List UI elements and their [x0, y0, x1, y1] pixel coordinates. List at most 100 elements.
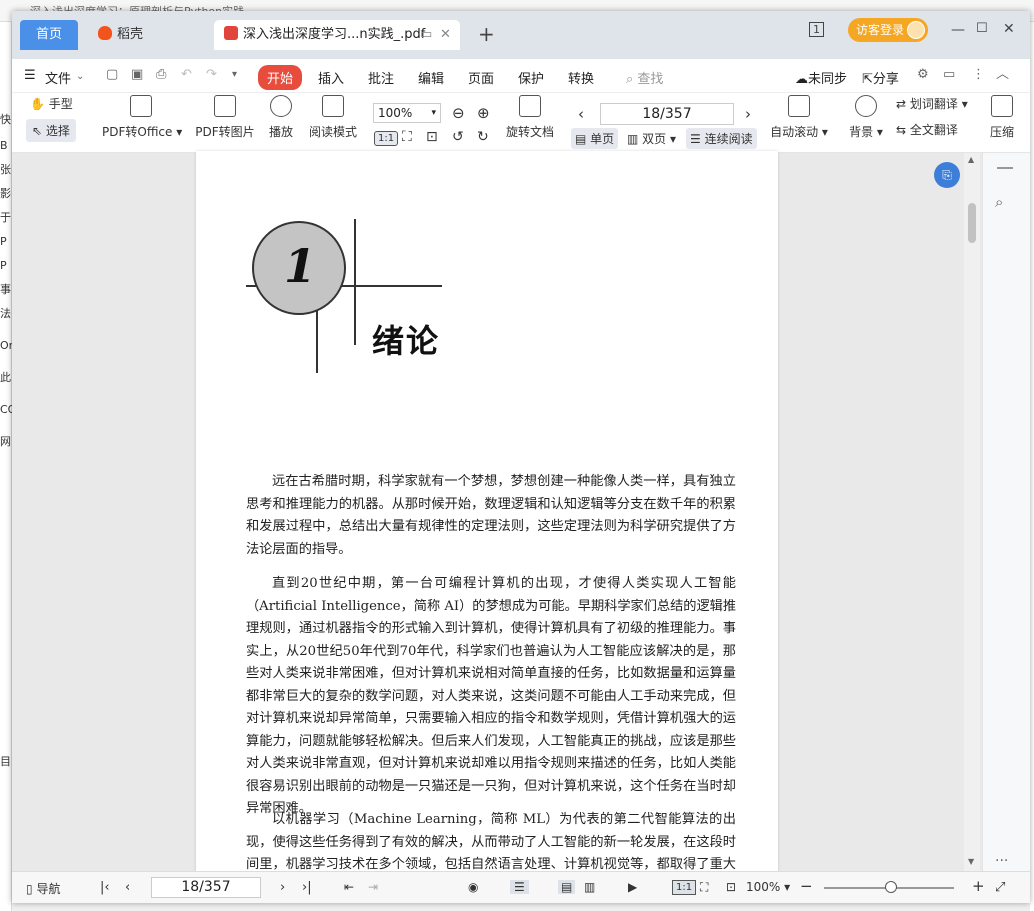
redo-icon[interactable]: ↷: [206, 68, 220, 82]
more-vertical-icon[interactable]: ⋮: [972, 68, 986, 82]
rotate-document-button[interactable]: 旋转文档: [506, 95, 554, 140]
back-view-icon[interactable]: ⇤: [344, 880, 354, 894]
wps-pdf-window: 首页 稻壳 深入浅出深度学习...n实践_.pdf ▭ ✕ + 1 访客登录 —…: [12, 11, 1030, 903]
menu-page[interactable]: 页面: [468, 68, 494, 87]
read-mode-button[interactable]: 阅读模式: [308, 95, 358, 140]
menu-convert[interactable]: 转换: [568, 68, 594, 87]
single-page-button[interactable]: ▤ 单页: [571, 128, 619, 149]
settings-icon[interactable]: ⚙: [917, 68, 931, 82]
play-button[interactable]: 播放: [266, 95, 296, 140]
open-folder-icon[interactable]: ▢: [106, 68, 120, 82]
status-prev-page-icon[interactable]: ‹: [125, 880, 130, 895]
save-icon[interactable]: ▣: [131, 68, 145, 82]
rotate-right-icon[interactable]: ↻: [477, 129, 489, 145]
fit-width-icon[interactable]: ⊡: [426, 129, 438, 145]
minimize-icon[interactable]: —: [951, 22, 965, 38]
play-mode-icon[interactable]: ▶: [628, 880, 637, 894]
tab-pdf-document[interactable]: 深入浅出深度学习...n实践_.pdf ▭ ✕: [214, 20, 460, 50]
scroll-down-icon[interactable]: ▼: [968, 857, 974, 866]
tab-pin-icon[interactable]: ▭: [420, 20, 432, 50]
menu-edit[interactable]: 编辑: [418, 68, 444, 87]
zoom-select[interactable]: 100% ▾: [373, 103, 441, 123]
tab-close-icon[interactable]: ✕: [440, 20, 451, 50]
hamburger-icon[interactable]: ☰: [24, 68, 36, 83]
book-icon: [322, 95, 344, 117]
select-tool[interactable]: ⇖ 选择: [26, 119, 76, 142]
status-next-page-icon[interactable]: ›: [280, 880, 285, 895]
float-tool-icon[interactable]: ⎘: [934, 162, 960, 188]
document-viewport[interactable]: 1 绪论 远在古希腊时期，科学家就有一个梦想，梦想创建一种能像人类一样，具有独立…: [12, 151, 1030, 873]
share-label: 分享: [872, 72, 899, 87]
menu-protect[interactable]: 保护: [518, 68, 544, 87]
menu-start[interactable]: 开始: [258, 65, 303, 90]
print-icon[interactable]: ⎙: [156, 68, 170, 82]
close-window-icon[interactable]: ✕: [1003, 21, 1015, 37]
auto-scroll-button[interactable]: 自动滚动 ▾: [770, 95, 828, 140]
forward-view-icon[interactable]: ⇥: [368, 880, 378, 894]
next-page-icon[interactable]: ›: [745, 105, 751, 123]
share-button[interactable]: ⇱分享: [862, 68, 899, 87]
pdf-to-office-button[interactable]: PDF转Office ▾: [102, 95, 182, 140]
continuous-read-icon: ☰: [690, 132, 701, 146]
prev-page-icon[interactable]: ‹: [578, 105, 584, 123]
menu-insert[interactable]: 插入: [318, 68, 344, 87]
last-page-icon[interactable]: ›|: [302, 880, 312, 895]
status-fit-width-icon[interactable]: ⊡: [726, 880, 736, 894]
tab-bar: 首页 稻壳 深入浅出深度学习...n实践_.pdf ▭ ✕ + 1 访客登录 —…: [12, 11, 1030, 59]
zoom-slider-handle[interactable]: [885, 881, 897, 893]
fullscreen-icon[interactable]: ⤢: [995, 880, 1005, 895]
page-number-input[interactable]: 18/357: [600, 103, 734, 125]
vertical-scrollbar[interactable]: ▲ ▼: [964, 153, 980, 871]
rotate-left-icon[interactable]: ↺: [452, 129, 464, 145]
tab-daoke[interactable]: 稻壳: [90, 20, 210, 50]
search-label: 查找: [637, 72, 664, 87]
new-tab-button[interactable]: +: [478, 22, 495, 46]
status-page-input[interactable]: 18/357: [151, 877, 261, 898]
background-button[interactable]: 背景 ▾: [848, 95, 884, 140]
more-horizontal-icon[interactable]: ···: [995, 853, 1008, 869]
panel-handle-icon[interactable]: [997, 167, 1013, 169]
chevron-down-icon[interactable]: ⌄: [76, 71, 84, 82]
zoom-out-icon[interactable]: ⊖: [452, 104, 465, 122]
quick-access-dropdown-icon[interactable]: ▾: [232, 68, 246, 82]
menu-file[interactable]: 文件: [45, 68, 71, 87]
menu-annotate[interactable]: 批注: [368, 68, 394, 87]
double-mode-icon[interactable]: ▥: [584, 880, 595, 894]
tab-home[interactable]: 首页: [20, 20, 78, 50]
full-translate-button[interactable]: ⇆ 全文翻译: [896, 121, 958, 138]
actual-size-button[interactable]: 1:1: [374, 131, 399, 146]
navigation-button[interactable]: ▯ 导航: [26, 880, 60, 897]
continuous-mode-icon[interactable]: ☰: [510, 880, 529, 894]
status-zoom-select[interactable]: 100% ▾: [746, 880, 790, 894]
eye-protection-icon[interactable]: ◉: [468, 880, 478, 894]
status-actual-size-button[interactable]: 1:1: [672, 880, 697, 895]
cursor-icon: ⇖: [32, 124, 43, 138]
fit-page-icon[interactable]: ⛶: [402, 129, 412, 145]
search-button[interactable]: ⌕ 查找: [626, 68, 663, 87]
compress-button[interactable]: 压缩: [987, 95, 1017, 140]
read-mode-label: 阅读模式: [308, 125, 357, 139]
comment-icon[interactable]: ▭: [943, 68, 957, 82]
undo-icon[interactable]: ↶: [181, 68, 195, 82]
word-translate-button[interactable]: ⇄ 划词翻译 ▾: [896, 95, 968, 112]
navigation-label: 导航: [36, 882, 61, 896]
status-fit-page-icon[interactable]: ⛶: [700, 880, 708, 895]
maximize-icon[interactable]: ☐: [976, 21, 988, 36]
double-page-button[interactable]: ▥ 双页 ▾: [627, 130, 676, 147]
pdf-to-image-button[interactable]: PDF转图片: [194, 95, 256, 140]
status-zoom-out-icon[interactable]: −: [800, 877, 813, 895]
search-text-icon[interactable]: ⌕: [995, 193, 1003, 211]
page-count-icon[interactable]: 1: [809, 22, 824, 37]
scroll-up-icon[interactable]: ▲: [968, 155, 974, 164]
status-zoom-in-icon[interactable]: +: [972, 877, 985, 895]
sync-status[interactable]: ☁未同步: [795, 68, 847, 87]
scrollbar-thumb[interactable]: [968, 203, 976, 243]
hand-tool[interactable]: ✋ 手型: [30, 95, 73, 112]
zoom-in-icon[interactable]: ⊕: [477, 104, 490, 122]
pdf-to-office-label: PDF转Office: [102, 125, 173, 139]
first-page-icon[interactable]: |‹: [100, 880, 110, 895]
guest-login-button[interactable]: 访客登录: [848, 18, 928, 42]
collapse-ribbon-icon[interactable]: ︿: [996, 68, 1010, 82]
single-mode-icon[interactable]: ▤: [558, 880, 576, 894]
continuous-read-button[interactable]: ☰ 连续阅读: [686, 128, 757, 149]
